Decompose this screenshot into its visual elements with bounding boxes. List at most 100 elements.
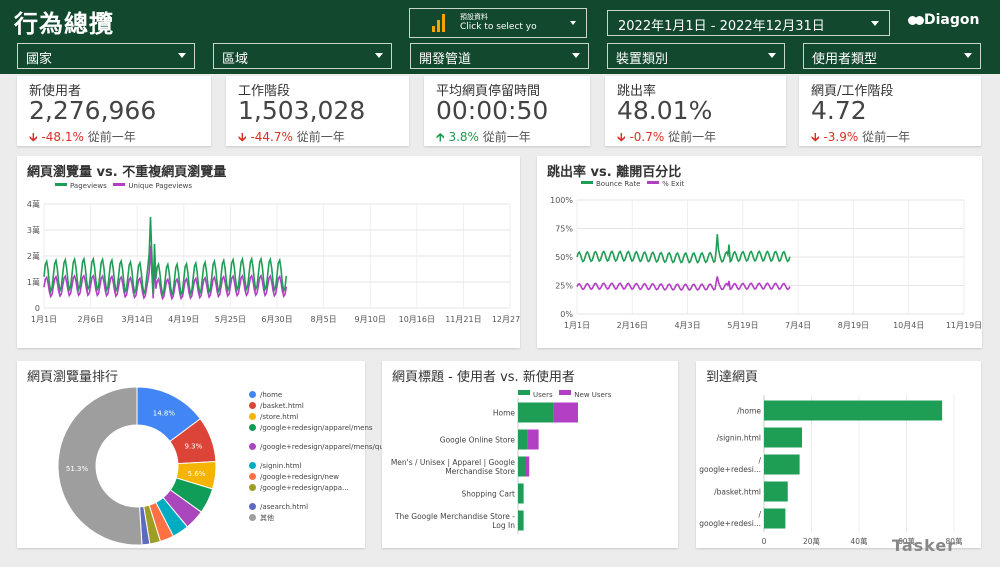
legend-dot-icon bbox=[249, 484, 256, 491]
category-label: Google Online Store bbox=[440, 436, 516, 445]
legend-label: /google+redesign/apparel/mens/quickview bbox=[260, 443, 410, 451]
y-tick-label: 4萬 bbox=[27, 199, 40, 209]
chart-bars-icon bbox=[432, 14, 446, 32]
date-range-picker[interactable]: 2022年1月1日 - 2022年12月31日 bbox=[607, 10, 890, 36]
legend-label: /google+redesign/appa... bbox=[260, 484, 349, 492]
legend-dot-icon bbox=[249, 443, 256, 450]
kpi-delta: 🡳 -3.9% 從前一年 bbox=[811, 128, 910, 149]
chevron-down-icon bbox=[178, 53, 186, 58]
category-label: /basket.html bbox=[714, 488, 761, 497]
x-tick-label: 7月4日 bbox=[785, 321, 811, 330]
page-title-users-card: 網頁標題 - 使用者 vs. 新使用者 Users New Users Home… bbox=[382, 361, 678, 548]
y-tick-label: 0 bbox=[35, 304, 40, 313]
legend-item: /asearch.html bbox=[249, 503, 360, 514]
legend-item: /google+redesign/apparel/mens bbox=[249, 424, 373, 443]
kpi-delta-value: -48.1% bbox=[41, 130, 84, 144]
kpi-delta-value: -0.7% bbox=[629, 130, 665, 144]
x-tick-label: 10月4日 bbox=[893, 321, 924, 330]
category-label: / bbox=[758, 510, 761, 519]
y-tick-label: 2萬 bbox=[27, 251, 40, 261]
kpi-new-users: 新使用者 2,276,966 🡳 -48.1% 從前一年 bbox=[17, 76, 211, 146]
y-tick-label: 3萬 bbox=[27, 225, 40, 235]
legend-dot-icon bbox=[249, 402, 256, 409]
bar-new-users bbox=[525, 456, 530, 477]
legend-item: /google+redesign/new bbox=[249, 473, 360, 484]
filter-device-category[interactable]: 裝置類別 bbox=[607, 43, 785, 69]
kpi-delta-value: 3.8% bbox=[448, 130, 479, 144]
kpi-sessions: 工作階段 1,503,028 🡳 -44.7% 從前一年 bbox=[226, 76, 409, 146]
data-source-caption: 預設資料 bbox=[460, 13, 488, 21]
legend-item: /store.html bbox=[249, 413, 360, 424]
category-label: / bbox=[758, 456, 761, 465]
x-tick-label: 11月19日 bbox=[946, 321, 982, 330]
filter-channel[interactable]: 開發管道 bbox=[410, 43, 589, 69]
legend-item: /basket.html bbox=[249, 402, 360, 413]
x-tick-label: 5月25日 bbox=[215, 315, 246, 324]
pageviews-donut-chart: 14.8% 9.3% 5.6% 51.3% bbox=[57, 386, 217, 546]
legend-label: /store.html bbox=[260, 413, 299, 421]
arrow-down-icon: 🡳 bbox=[811, 130, 820, 144]
category-label: google+redesi... bbox=[699, 519, 761, 528]
kpi-delta: 🡳 -48.1% 從前一年 bbox=[29, 128, 136, 149]
kpi-value: 48.01% bbox=[617, 96, 713, 125]
landing-page-card: 到達網頁 0 20萬 40萬 60萬 80萬/home/signin.html / goog… bbox=[696, 361, 981, 548]
date-range-text: 2022年1月1日 - 2022年12月31日 bbox=[618, 19, 825, 34]
legend-label: /asearch.html bbox=[260, 503, 309, 511]
kpi-bounce-rate: 跳出率 48.01% 🡳 -0.7% 從前一年 bbox=[605, 76, 786, 146]
kpi-delta-suffix: 從前一年 bbox=[482, 130, 531, 144]
y-tick-label: 0% bbox=[560, 310, 573, 319]
legend-dot-icon bbox=[249, 413, 256, 420]
slice-label: 14.8% bbox=[153, 409, 176, 417]
category-label: /home bbox=[737, 407, 761, 416]
y-tick-label: 50% bbox=[555, 253, 573, 262]
bar-new-users bbox=[527, 429, 539, 450]
filter-label: 區域 bbox=[222, 52, 249, 67]
page-title-bar-chart: Home Google Online Store Men's / Unisex | … bbox=[391, 397, 578, 534]
bar-landing-page bbox=[764, 400, 943, 421]
legend-label: /signin.html bbox=[260, 462, 302, 470]
category-label: /signin.html bbox=[717, 434, 761, 443]
category-label: Men's / Unisex | Apparel | Google bbox=[391, 458, 516, 467]
arrow-down-icon: 🡳 bbox=[617, 130, 626, 144]
slice-label: 5.6% bbox=[188, 470, 206, 478]
pageviews-line-chart: 4萬 3萬 2萬 1萬 0 1月1日 2月6日 3月14日 4月19日 5月25日 6月30日 8月5… bbox=[27, 199, 520, 324]
y-tick-label: 1萬 bbox=[27, 277, 40, 287]
arrow-up-icon: 🡱 bbox=[436, 130, 445, 144]
bar-landing-page bbox=[764, 454, 800, 475]
chevron-down-icon bbox=[572, 53, 580, 58]
slice-label: 9.3% bbox=[184, 442, 202, 450]
x-tick-label: 10月16日 bbox=[399, 315, 435, 324]
legend-label: /google+redesign/apparel/mens bbox=[260, 424, 373, 432]
y-tick-label: 25% bbox=[555, 282, 573, 291]
kpi-delta-suffix: 從前一年 bbox=[862, 130, 911, 144]
x-tick-label: 4月3日 bbox=[674, 321, 700, 330]
legend-label: /home bbox=[260, 391, 283, 399]
x-tick-label: 11月21日 bbox=[445, 315, 481, 324]
legend-dot-icon bbox=[249, 514, 256, 521]
x-tick-label: 9月10日 bbox=[355, 315, 386, 324]
filter-user-type[interactable]: 使用者類型 bbox=[803, 43, 981, 69]
category-label: Log In bbox=[492, 521, 515, 530]
legend-item: /google+redesign/appa... bbox=[249, 484, 360, 503]
kpi-delta: 🡳 -44.7% 從前一年 bbox=[238, 128, 345, 149]
logo-text: Diagon bbox=[924, 12, 980, 28]
chevron-down-icon bbox=[871, 21, 879, 26]
chevron-down-icon bbox=[768, 53, 776, 58]
filter-country[interactable]: 國家 bbox=[17, 43, 195, 69]
data-source-selector[interactable]: 預設資料 Click to select yo bbox=[409, 8, 587, 38]
kpi-value: 4.72 bbox=[811, 96, 867, 125]
x-tick-label: 12月27日 bbox=[492, 315, 520, 324]
x-tick-label: 2月6日 bbox=[78, 315, 104, 324]
bar-users bbox=[518, 483, 524, 504]
filter-region[interactable]: 區域 bbox=[213, 43, 392, 69]
bar-landing-page bbox=[764, 508, 786, 529]
kpi-delta-value: -3.9% bbox=[823, 130, 859, 144]
pageviews-ranking-card: 網頁瀏覽量排行 14.8% 9.3% 5.6% 51.3% /home/basket.… bbox=[17, 361, 410, 548]
bar-landing-page bbox=[764, 427, 802, 448]
legend-item: /home bbox=[249, 391, 360, 402]
filter-label: 國家 bbox=[26, 52, 53, 67]
page-title: 行為總攬 bbox=[14, 10, 114, 38]
y-tick-label: 100% bbox=[550, 196, 573, 205]
logo-dots-icon bbox=[908, 13, 924, 29]
filter-label: 使用者類型 bbox=[812, 52, 878, 67]
